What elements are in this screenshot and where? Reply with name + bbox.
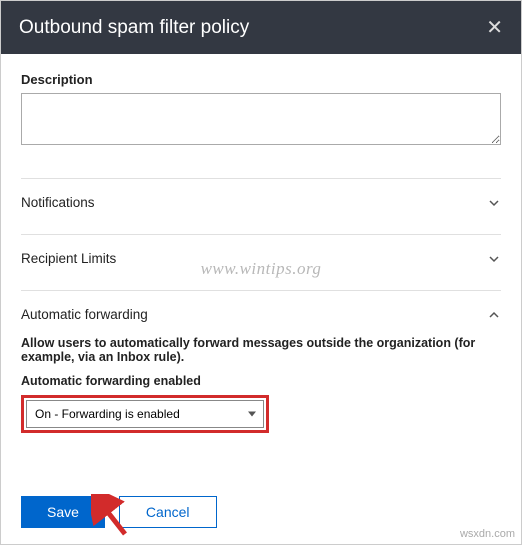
description-label: Description [21,72,501,87]
forwarding-help-text: Allow users to automatically forward mes… [21,336,501,364]
section-automatic-forwarding: Automatic forwarding Allow users to auto… [21,290,501,449]
credit-text: wsxdn.com [460,528,515,540]
section-header-notifications[interactable]: Notifications [21,195,501,210]
forwarding-dropdown-label: Automatic forwarding enabled [21,374,501,388]
panel-title: Outbound spam filter policy [19,17,249,39]
forwarding-select-highlight: On - Forwarding is enabled [21,395,269,433]
chevron-down-icon [487,196,501,210]
section-header-recipient-limits[interactable]: Recipient Limits [21,251,501,266]
cancel-button[interactable]: Cancel [119,496,217,528]
panel-header: Outbound spam filter policy ✕ [1,1,521,54]
chevron-down-icon [487,252,501,266]
section-title-notifications: Notifications [21,195,95,210]
section-title-recipient-limits: Recipient Limits [21,251,116,266]
section-notifications: Notifications [21,178,501,226]
chevron-up-icon [487,308,501,322]
forwarding-select[interactable]: On - Forwarding is enabled [26,400,264,428]
footer-actions: Save Cancel [21,496,217,528]
section-body-automatic-forwarding: Allow users to automatically forward mes… [21,322,501,433]
section-recipient-limits: Recipient Limits [21,234,501,282]
save-button[interactable]: Save [21,496,105,528]
section-title-automatic-forwarding: Automatic forwarding [21,307,148,322]
close-icon[interactable]: ✕ [486,15,503,40]
section-header-automatic-forwarding[interactable]: Automatic forwarding [21,307,501,322]
description-textarea[interactable] [21,93,501,145]
panel-content: Description Notifications Recipient Limi… [1,54,521,459]
